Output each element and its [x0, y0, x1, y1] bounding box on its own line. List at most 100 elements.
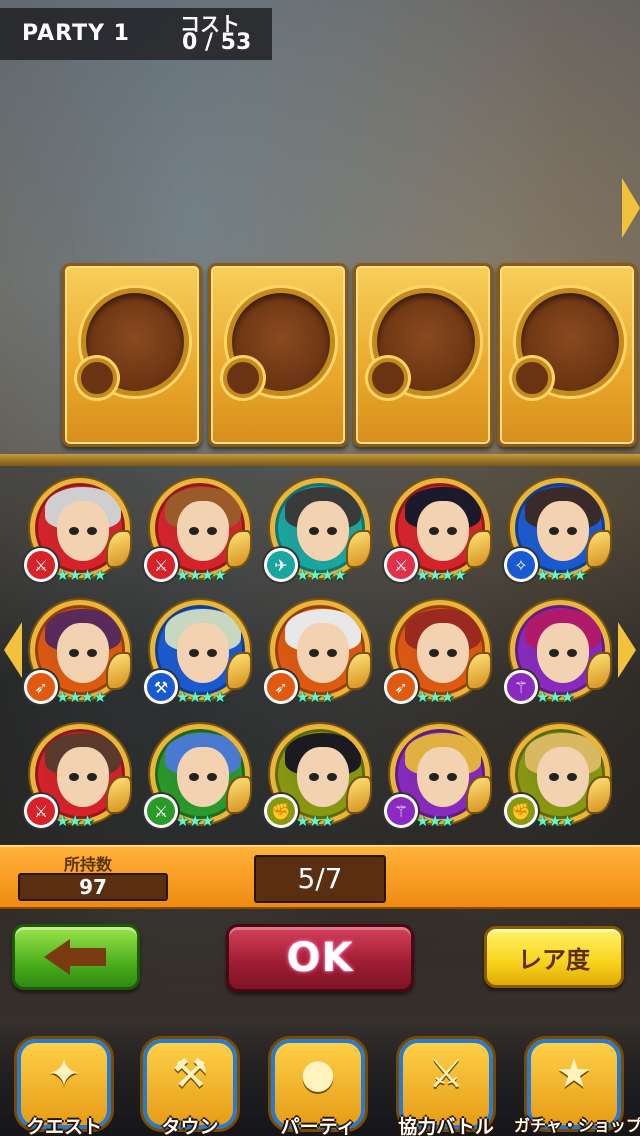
back-button[interactable]	[12, 924, 140, 990]
character-eye	[447, 527, 457, 535]
character-eye	[567, 773, 577, 781]
element-magic-icon: ✧	[504, 548, 538, 582]
party-slot[interactable]	[497, 263, 637, 447]
owned-count-label: 所持数	[64, 855, 113, 874]
character-eye	[549, 649, 559, 657]
rarity-stars: ★★★	[416, 688, 454, 706]
bottom-nav: ✦ クエスト ⚒ タウン ● パーティ ⚔ 協力バトル ★ ガチャ・ショップ	[0, 1020, 640, 1136]
wing-icon	[346, 776, 372, 814]
element-axe-icon: ⚒	[144, 670, 178, 704]
wing-icon	[106, 530, 132, 568]
slot-sub-ring-icon	[77, 358, 117, 398]
character-eye	[327, 527, 337, 535]
character-eye	[327, 773, 337, 781]
rarity-stars: ★★★	[296, 812, 334, 830]
rarity-stars: ★★★★	[416, 566, 467, 584]
gacha-shop-icon: ★	[556, 1051, 592, 1097]
character-eye	[567, 649, 577, 657]
character-card[interactable]: ✊ ★★★	[264, 720, 374, 830]
nav-item-label: パーティ	[280, 1116, 356, 1136]
nav-item-party[interactable]: ● パーティ	[258, 1036, 378, 1136]
element-wind-icon: ✈	[264, 548, 298, 582]
next-page-arrow-icon[interactable]	[618, 622, 636, 678]
rarity-stars: ★★★★	[56, 566, 107, 584]
element-staff-icon: ⚚	[384, 794, 418, 828]
character-face	[57, 501, 109, 561]
divider	[0, 454, 640, 466]
town-icon: ⚒	[172, 1051, 208, 1097]
next-party-arrow-icon[interactable]	[622, 178, 640, 238]
element-sword-icon: ⚔	[144, 548, 178, 582]
character-card[interactable]: ➶ ★★★★	[24, 596, 134, 706]
character-card[interactable]: ✈ ★★★★	[264, 474, 374, 584]
element-sword-icon: ⚔	[384, 548, 418, 582]
rarity-stars: ★★★★	[56, 688, 107, 706]
character-eye	[327, 649, 337, 657]
rarity-sort-button[interactable]: レア度	[484, 926, 624, 988]
character-eye	[309, 649, 319, 657]
character-face	[297, 747, 349, 807]
character-card[interactable]: ➶ ★★★	[384, 596, 494, 706]
character-card[interactable]: ⚔ ★★★	[144, 720, 254, 830]
nav-item-town[interactable]: ⚒ タウン	[130, 1036, 250, 1136]
rarity-stars: ★★★	[56, 812, 94, 830]
nav-item-gacha-shop[interactable]: ★ ガチャ・ショップ	[514, 1036, 640, 1136]
character-eye	[69, 773, 79, 781]
rarity-stars: ★★★★	[296, 566, 347, 584]
party-slot[interactable]	[208, 263, 348, 447]
character-eye	[207, 527, 217, 535]
prev-page-arrow-icon[interactable]	[4, 622, 22, 678]
wing-icon	[106, 776, 132, 814]
character-card[interactable]: ⚔ ★★★★	[24, 474, 134, 584]
wing-icon	[586, 652, 612, 690]
character-card[interactable]: ⚔ ★★★	[24, 720, 134, 830]
element-bow-icon: ➶	[24, 670, 58, 704]
character-face	[177, 501, 229, 561]
character-card[interactable]: ✊ ★★★	[504, 720, 614, 830]
character-card[interactable]: ⚒ ★★★★	[144, 596, 254, 706]
rarity-stars: ★★★	[176, 812, 214, 830]
element-fist-icon: ✊	[264, 794, 298, 828]
character-eye	[567, 527, 577, 535]
character-card[interactable]: ⚔ ★★★★	[144, 474, 254, 584]
count-bar: 所持数 97 5/7	[0, 845, 640, 909]
character-eye	[447, 649, 457, 657]
rarity-stars: ★★★	[416, 812, 454, 830]
nav-item-quest[interactable]: ✦ クエスト	[4, 1036, 124, 1136]
element-sword-icon: ⚔	[24, 548, 58, 582]
character-face	[57, 747, 109, 807]
party-slot[interactable]	[62, 263, 202, 447]
character-eye	[549, 527, 559, 535]
coop-battle-icon: ⚔	[428, 1051, 464, 1097]
character-eye	[429, 773, 439, 781]
character-card[interactable]: ➶ ★★★	[264, 596, 374, 706]
character-eye	[309, 527, 319, 535]
element-fist-icon: ✊	[504, 794, 538, 828]
character-card[interactable]: ⚔ ★★★★	[384, 474, 494, 584]
character-card[interactable]: ✧ ★★★★	[504, 474, 614, 584]
wing-icon	[466, 530, 492, 568]
nav-item-label: タウン	[161, 1116, 219, 1136]
rarity-stars: ★★★	[536, 812, 574, 830]
ok-button[interactable]: OK	[226, 924, 414, 992]
element-bow-icon: ➶	[264, 670, 298, 704]
character-eye	[87, 773, 97, 781]
element-bow-icon: ➶	[384, 670, 418, 704]
slot-sub-ring-icon	[512, 358, 552, 398]
nav-item-coop-battle[interactable]: ⚔ 協力バトル	[386, 1036, 506, 1136]
character-face	[537, 501, 589, 561]
slot-sub-ring-icon	[368, 358, 408, 398]
character-face	[417, 623, 469, 683]
rarity-stars: ★★★★	[176, 566, 227, 584]
element-staff-icon: ⚚	[504, 670, 538, 704]
party-header: PARTY 1 コスト 0 / 53	[0, 8, 272, 60]
character-face	[297, 623, 349, 683]
element-sword-icon: ⚔	[144, 794, 178, 828]
character-card[interactable]: ⚚ ★★★	[384, 720, 494, 830]
character-eye	[429, 527, 439, 535]
character-card[interactable]: ⚚ ★★★	[504, 596, 614, 706]
character-eye	[549, 773, 559, 781]
character-eye	[309, 773, 319, 781]
quest-map-icon: ✦	[47, 1051, 81, 1097]
party-slot[interactable]	[353, 263, 493, 447]
